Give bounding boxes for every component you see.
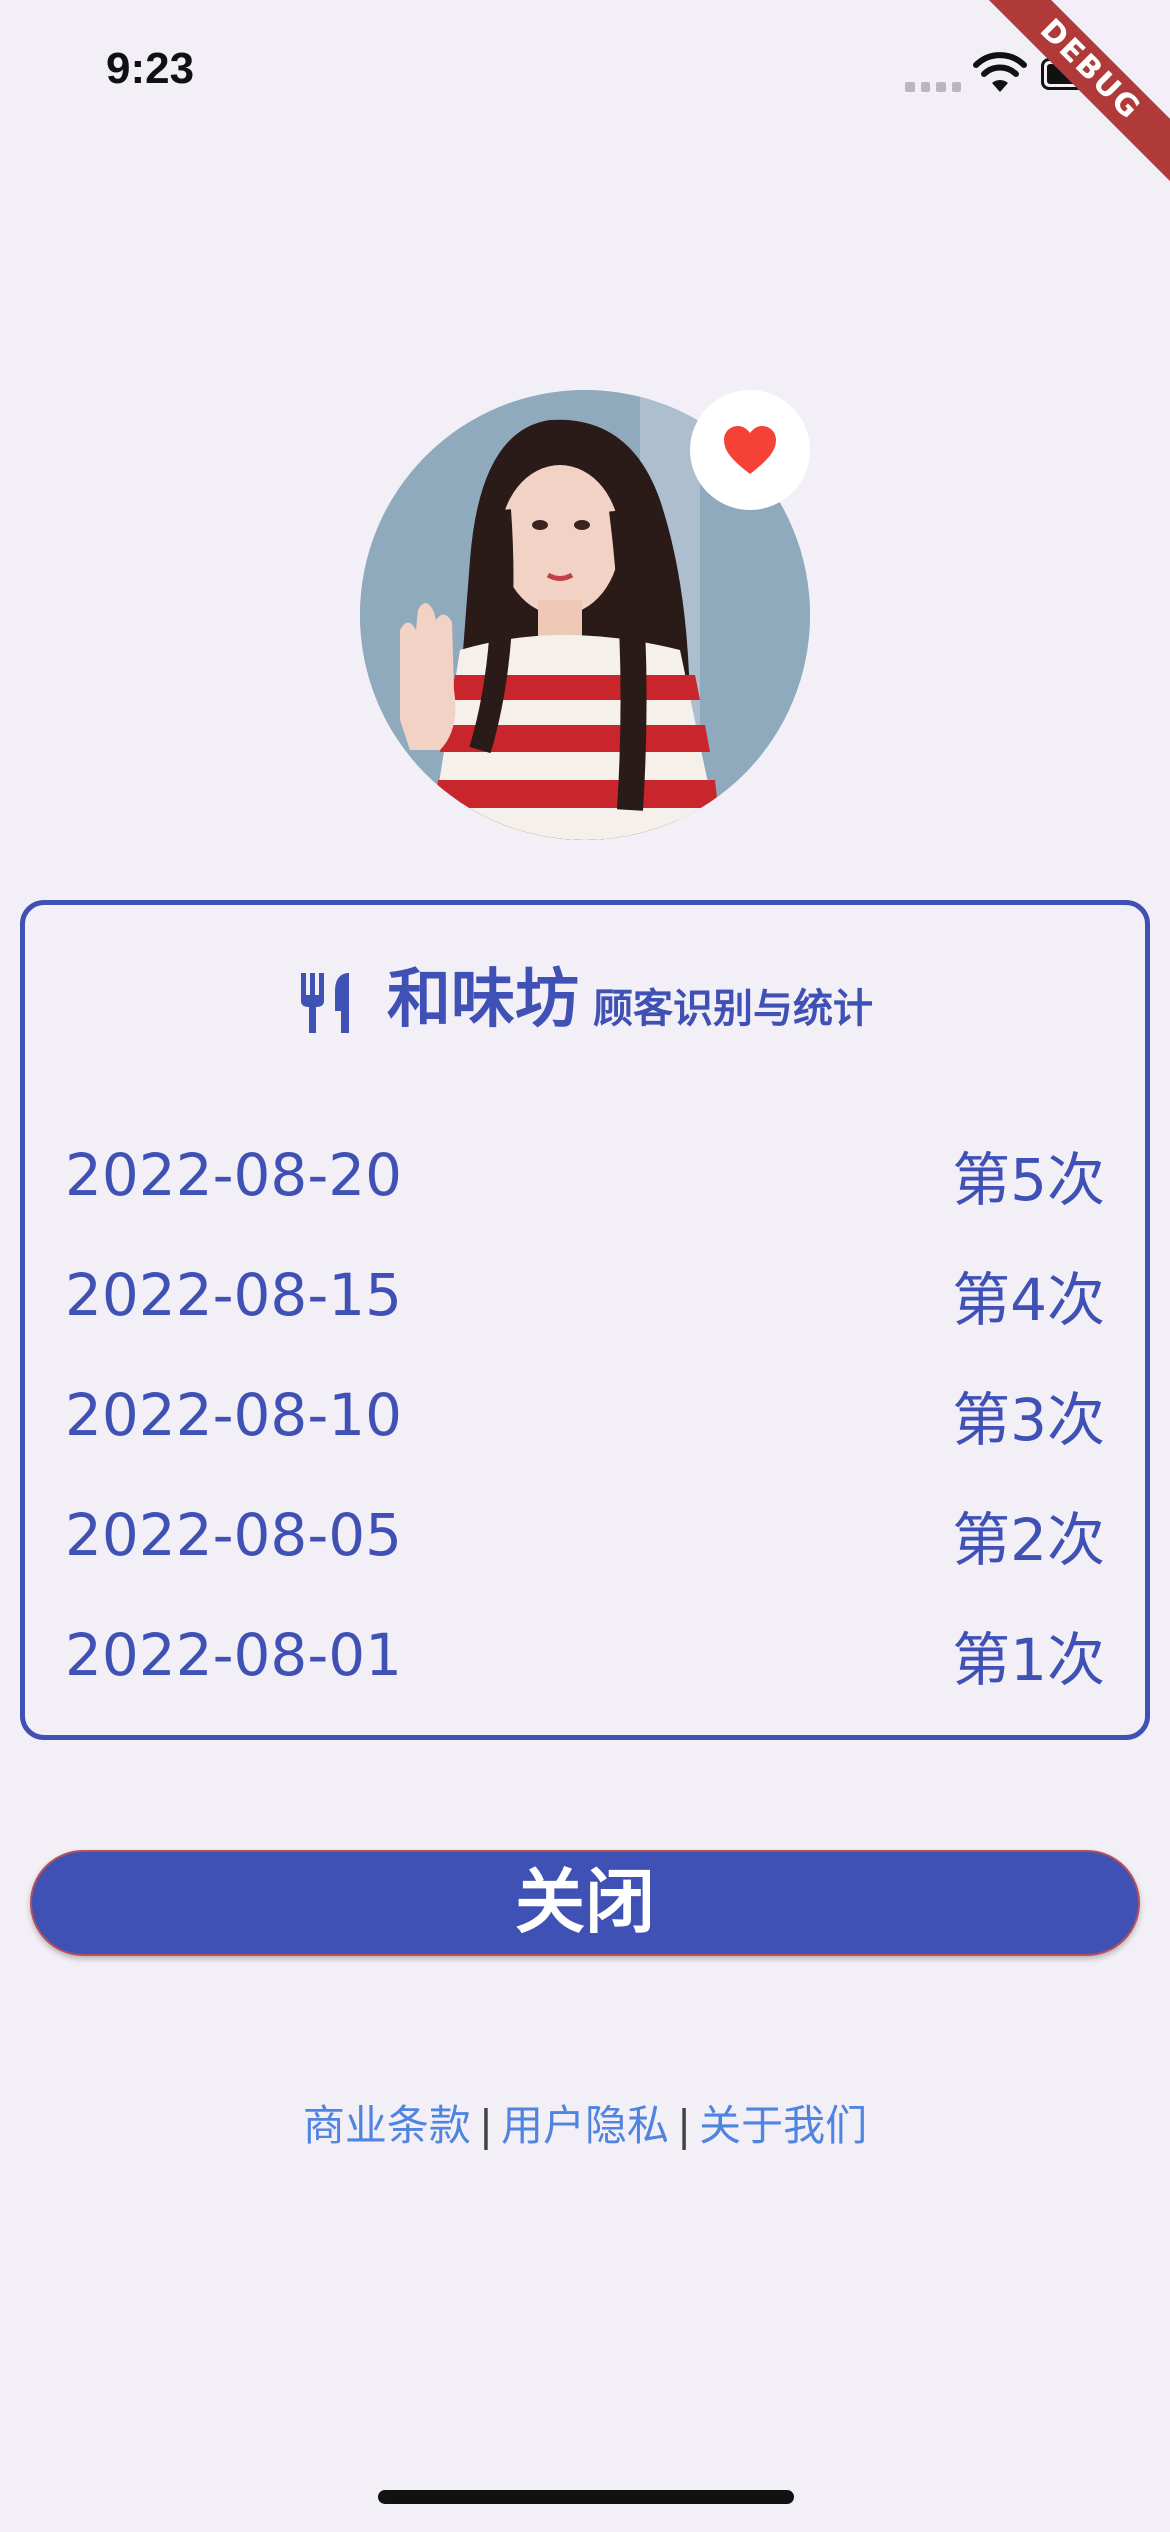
visit-count: 第4次	[952, 1266, 1105, 1334]
list-item: 2022-08-10 第3次	[65, 1355, 1105, 1475]
status-time: 9:23	[106, 44, 195, 93]
visit-date: 2022-08-20	[65, 1141, 403, 1209]
about-link[interactable]: 关于我们	[699, 2101, 867, 2150]
restaurant-icon	[301, 973, 349, 1033]
list-item: 2022-08-01 第1次	[65, 1595, 1105, 1715]
terms-link[interactable]: 商业条款	[303, 2101, 471, 2150]
home-indicator[interactable]	[378, 2490, 794, 2504]
heart-icon	[724, 426, 776, 474]
privacy-link[interactable]: 用户隐私	[501, 2101, 669, 2150]
visit-list: 2022-08-20 第5次 2022-08-15 第4次 2022-08-10…	[65, 1115, 1105, 1715]
visit-date: 2022-08-15	[65, 1261, 403, 1329]
status-bar: 9:23	[0, 0, 1170, 140]
visit-count: 第2次	[952, 1506, 1105, 1574]
visit-date: 2022-08-10	[65, 1381, 403, 1449]
visit-date: 2022-08-05	[65, 1501, 403, 1569]
visit-count: 第1次	[952, 1626, 1105, 1694]
visit-count: 第3次	[952, 1386, 1105, 1454]
list-item: 2022-08-15 第4次	[65, 1235, 1105, 1355]
footer-links: 商业条款 | 用户隐私 | 关于我们	[0, 2092, 1170, 2153]
visit-stats-card: 和味坊 顾客识别与统计 2022-08-20 第5次 2022-08-15 第4…	[20, 900, 1150, 1740]
close-button[interactable]: 关闭	[30, 1850, 1140, 1956]
visit-count: 第5次	[952, 1146, 1105, 1214]
favorite-badge[interactable]	[690, 390, 810, 510]
wifi-icon	[973, 52, 1027, 92]
card-header: 和味坊 顾客识别与统计	[25, 965, 1145, 1035]
visit-date: 2022-08-01	[65, 1621, 403, 1689]
footer-separator: |	[478, 2101, 493, 2150]
restaurant-name: 和味坊	[387, 963, 579, 1037]
cellular-signal-icon	[905, 82, 961, 92]
list-item: 2022-08-20 第5次	[65, 1115, 1105, 1235]
footer-separator: |	[677, 2101, 692, 2150]
card-subtitle: 顾客识别与统计	[593, 986, 873, 1032]
list-item: 2022-08-05 第2次	[65, 1475, 1105, 1595]
